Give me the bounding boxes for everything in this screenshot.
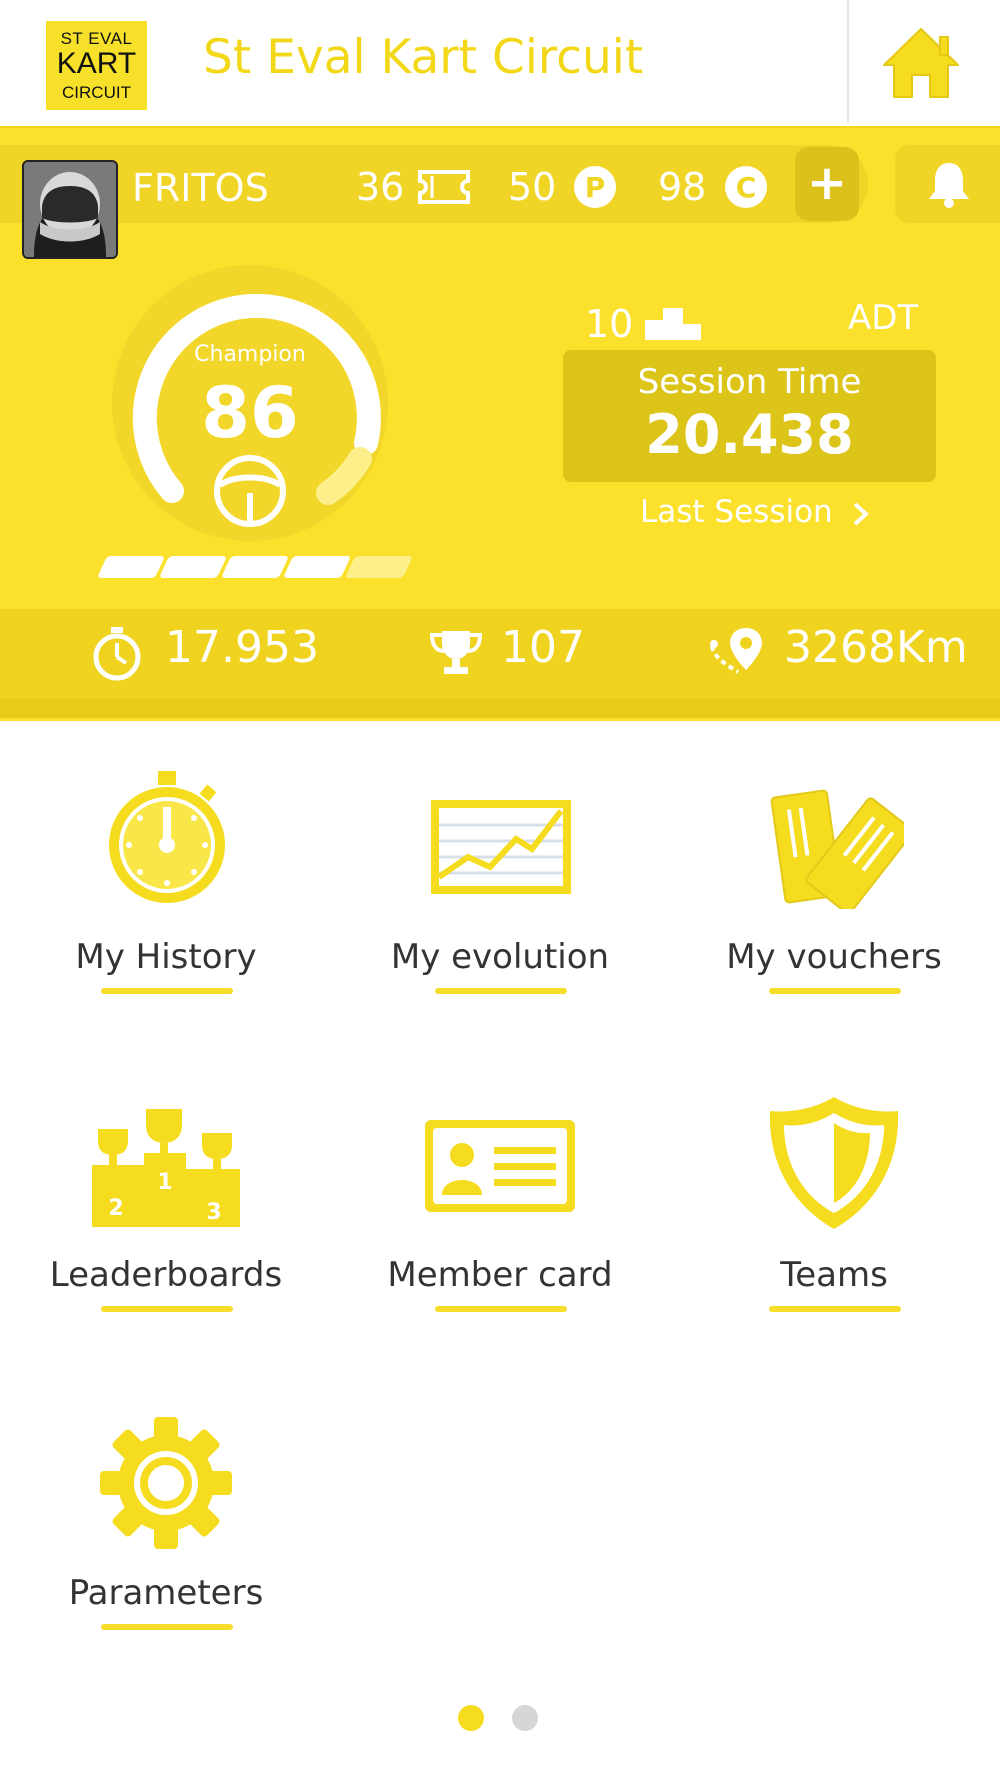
app-title: St Eval Kart Circuit [203,30,644,85]
logo-line-2: KART [56,47,137,80]
credits-icon: C [725,166,767,208]
session-time-label: Session Time [637,362,862,402]
distance-value: 3268Km [784,622,968,673]
progress-segment-filled [96,556,166,578]
menu-my-history[interactable]: My History [36,765,296,1045]
level-value: 86 [201,372,299,454]
svg-text:1: 1 [157,1170,172,1195]
distance-pin-icon [710,628,762,674]
page-dot[interactable] [512,1705,538,1731]
menu-leaderboards[interactable]: 1 2 3 Leaderboards [36,1083,296,1363]
tickets-count: 36 [356,165,405,209]
menu-label-parameters: Parameters [68,1573,264,1613]
menu-underline [435,988,567,994]
menu-label-member-card: Member card [387,1255,613,1295]
notifications-button[interactable] [895,145,1000,223]
track-code: ADT [848,298,919,338]
line-chart-icon [431,800,571,894]
circuit-logo: ST EVAL KART CIRCUIT [46,21,147,110]
menu-label-my-vouchers: My vouchers [726,937,942,977]
menu-my-vouchers[interactable]: My vouchers [704,765,964,1045]
stopwatch-icon [109,771,225,903]
member-card-icon [425,1120,575,1212]
gear-icon [100,1417,232,1549]
home-button[interactable] [880,25,962,103]
page-dot-active[interactable] [458,1705,484,1731]
podium-trophies-icon: 1 2 3 [92,1109,240,1227]
menu-label-my-history: My History [75,937,257,977]
avatar[interactable] [22,160,118,259]
last-session-link[interactable]: Last Session [640,494,871,530]
ticket-icon [418,170,470,204]
panel-bottom-edge [0,699,1000,718]
add-credits-button[interactable]: + [795,147,859,221]
page-indicator [458,1703,540,1733]
menu-my-evolution[interactable]: My evolution [370,765,630,1045]
points-count: 50 [508,165,557,209]
trophy-icon [429,631,483,674]
logo-line-3: CIRCUIT [62,83,131,102]
username: FRITOS [132,166,269,210]
svg-text:C: C [736,171,757,204]
app-header: ST EVAL KART CIRCUIT St Eval Kart Circui… [0,0,1000,125]
vouchers-icon [770,789,904,909]
home-icon [883,28,959,98]
last-session-label: Last Session [640,494,833,530]
stopwatch-small-icon [93,627,141,681]
chevron-right-icon [853,502,869,525]
logo-line-1: ST EVAL [60,29,133,48]
rank-value: 10 [585,302,634,346]
level-progress-bar [92,556,414,582]
best-lap-value: 17.953 [165,622,319,673]
menu-underline [101,1306,233,1312]
menu-parameters[interactable]: Parameters [36,1401,296,1681]
menu-label-leaderboards: Leaderboards [49,1255,283,1295]
header-divider [847,0,849,123]
trophies-value: 107 [501,622,585,673]
progress-segment-filled [158,556,228,578]
helmet-icon [24,162,116,257]
progress-segment-filled [282,556,352,578]
progress-segment-empty [344,556,414,578]
svg-text:2: 2 [108,1196,123,1221]
menu-underline [769,988,901,994]
progress-segment-filled [220,556,290,578]
menu-underline [435,1306,567,1312]
bell-icon [929,163,969,208]
menu-underline [769,1306,901,1312]
menu-label-teams: Teams [780,1255,888,1295]
credits-count: 98 [658,165,707,209]
session-time-value: 20.438 [645,403,854,466]
menu-underline [101,988,233,994]
shield-icon [769,1097,899,1229]
menu-teams[interactable]: Teams [704,1083,964,1363]
menu-underline [101,1624,233,1630]
level-label: Champion [194,342,306,367]
podium-icon [645,308,701,340]
menu-member-card[interactable]: Member card [370,1083,630,1363]
svg-text:3: 3 [206,1200,221,1225]
points-icon: P [574,166,616,208]
svg-text:P: P [585,171,606,204]
menu-label-my-evolution: My evolution [390,937,610,977]
plus-icon: + [806,155,848,211]
